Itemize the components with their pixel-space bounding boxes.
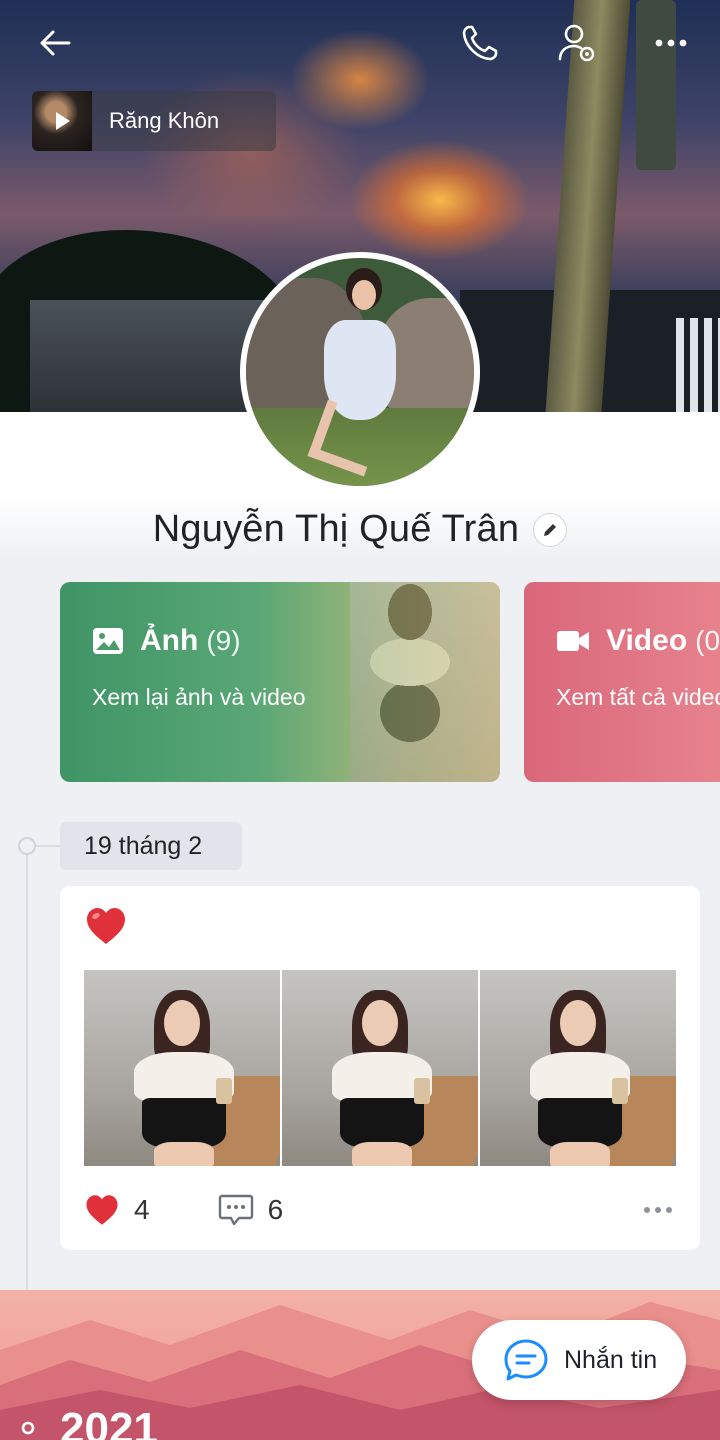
photo-face (560, 1000, 596, 1046)
profile-music-chip[interactable]: Răng Khôn (32, 91, 276, 151)
videos-card[interactable]: Video (0) Xem tất cả video (524, 582, 720, 782)
post-photo-2[interactable] (282, 970, 478, 1166)
timeline-date: 19 tháng 2 (60, 822, 242, 870)
feed-post[interactable]: 4 6 (60, 886, 700, 1250)
photo-skirt (340, 1098, 424, 1148)
profile-name: Nguyễn Thị Quế Trân (152, 508, 520, 550)
photos-card-background-image (350, 582, 500, 782)
photos-card-count: (9) (206, 625, 241, 656)
photo-legs (352, 1142, 412, 1166)
call-button[interactable] (452, 15, 508, 71)
pencil-icon (544, 523, 557, 536)
post-photo-1[interactable] (84, 970, 280, 1166)
profile-settings-button[interactable] (548, 15, 604, 71)
comment-button[interactable]: 6 (218, 1193, 284, 1227)
video-camera-icon (557, 631, 589, 651)
heart-emoji-icon (87, 908, 125, 944)
post-caption (84, 904, 128, 948)
music-thumbnail (32, 91, 92, 151)
photo-legs (154, 1142, 214, 1166)
photo-skirt (538, 1098, 622, 1148)
timeline-year-pin-icon (21, 1421, 35, 1435)
profile-name-row: Nguyễn Thị Quế Trân (0, 508, 720, 551)
photo-cup (216, 1078, 232, 1104)
avatar-face (352, 280, 376, 310)
like-button[interactable]: 4 (84, 1193, 150, 1227)
videos-card-count: (0) (695, 625, 720, 656)
music-title: Răng Khôn (109, 108, 220, 133)
photo-legs (550, 1142, 610, 1166)
arrow-left-icon (40, 30, 71, 56)
phone-icon (462, 25, 498, 61)
post-photo-3[interactable] (480, 970, 676, 1166)
post-actions: 4 6 (84, 1190, 676, 1230)
dot (666, 1207, 672, 1213)
timeline-dot (18, 837, 36, 855)
photo-skirt (142, 1098, 226, 1148)
photo-cup (414, 1078, 430, 1104)
videos-card-label: Video (606, 624, 688, 657)
send-message-label: Nhắn tin (564, 1345, 658, 1374)
like-count: 4 (134, 1194, 150, 1225)
dot (644, 1207, 650, 1213)
photo-cup (612, 1078, 628, 1104)
photos-card[interactable]: Ảnh (9) Xem lại ảnh và video (60, 582, 500, 782)
photos-card-label: Ảnh (140, 624, 199, 657)
image-icon (93, 628, 123, 654)
videos-card-title: Video (0) (556, 624, 720, 658)
post-more-button[interactable] (640, 1199, 676, 1221)
send-message-button[interactable]: Nhắn tin (472, 1320, 686, 1400)
photo-face (362, 1000, 398, 1046)
cover-fence (676, 318, 720, 412)
heart-icon (86, 1195, 118, 1225)
user-settings-icon (558, 24, 595, 62)
photos-card-title: Ảnh (9) (92, 624, 241, 658)
dot (655, 1207, 661, 1213)
more-options-button[interactable] (643, 15, 699, 71)
photo-face (164, 1000, 200, 1046)
post-photo-grid (84, 970, 676, 1166)
comment-count: 6 (267, 1194, 284, 1225)
chat-bubble-icon (504, 1339, 548, 1381)
timeline-year: 2021 (60, 1404, 158, 1440)
comment-icon (218, 1194, 253, 1226)
play-icon (56, 112, 70, 130)
edit-name-button[interactable] (533, 512, 568, 547)
avatar[interactable] (240, 252, 480, 492)
videos-card-subtitle: Xem tất cả video (556, 684, 720, 710)
photos-card-subtitle: Xem lại ảnh và video (92, 684, 306, 710)
more-horizontal-icon (655, 39, 687, 47)
back-button[interactable] (27, 15, 83, 71)
timeline-connector (36, 845, 60, 847)
